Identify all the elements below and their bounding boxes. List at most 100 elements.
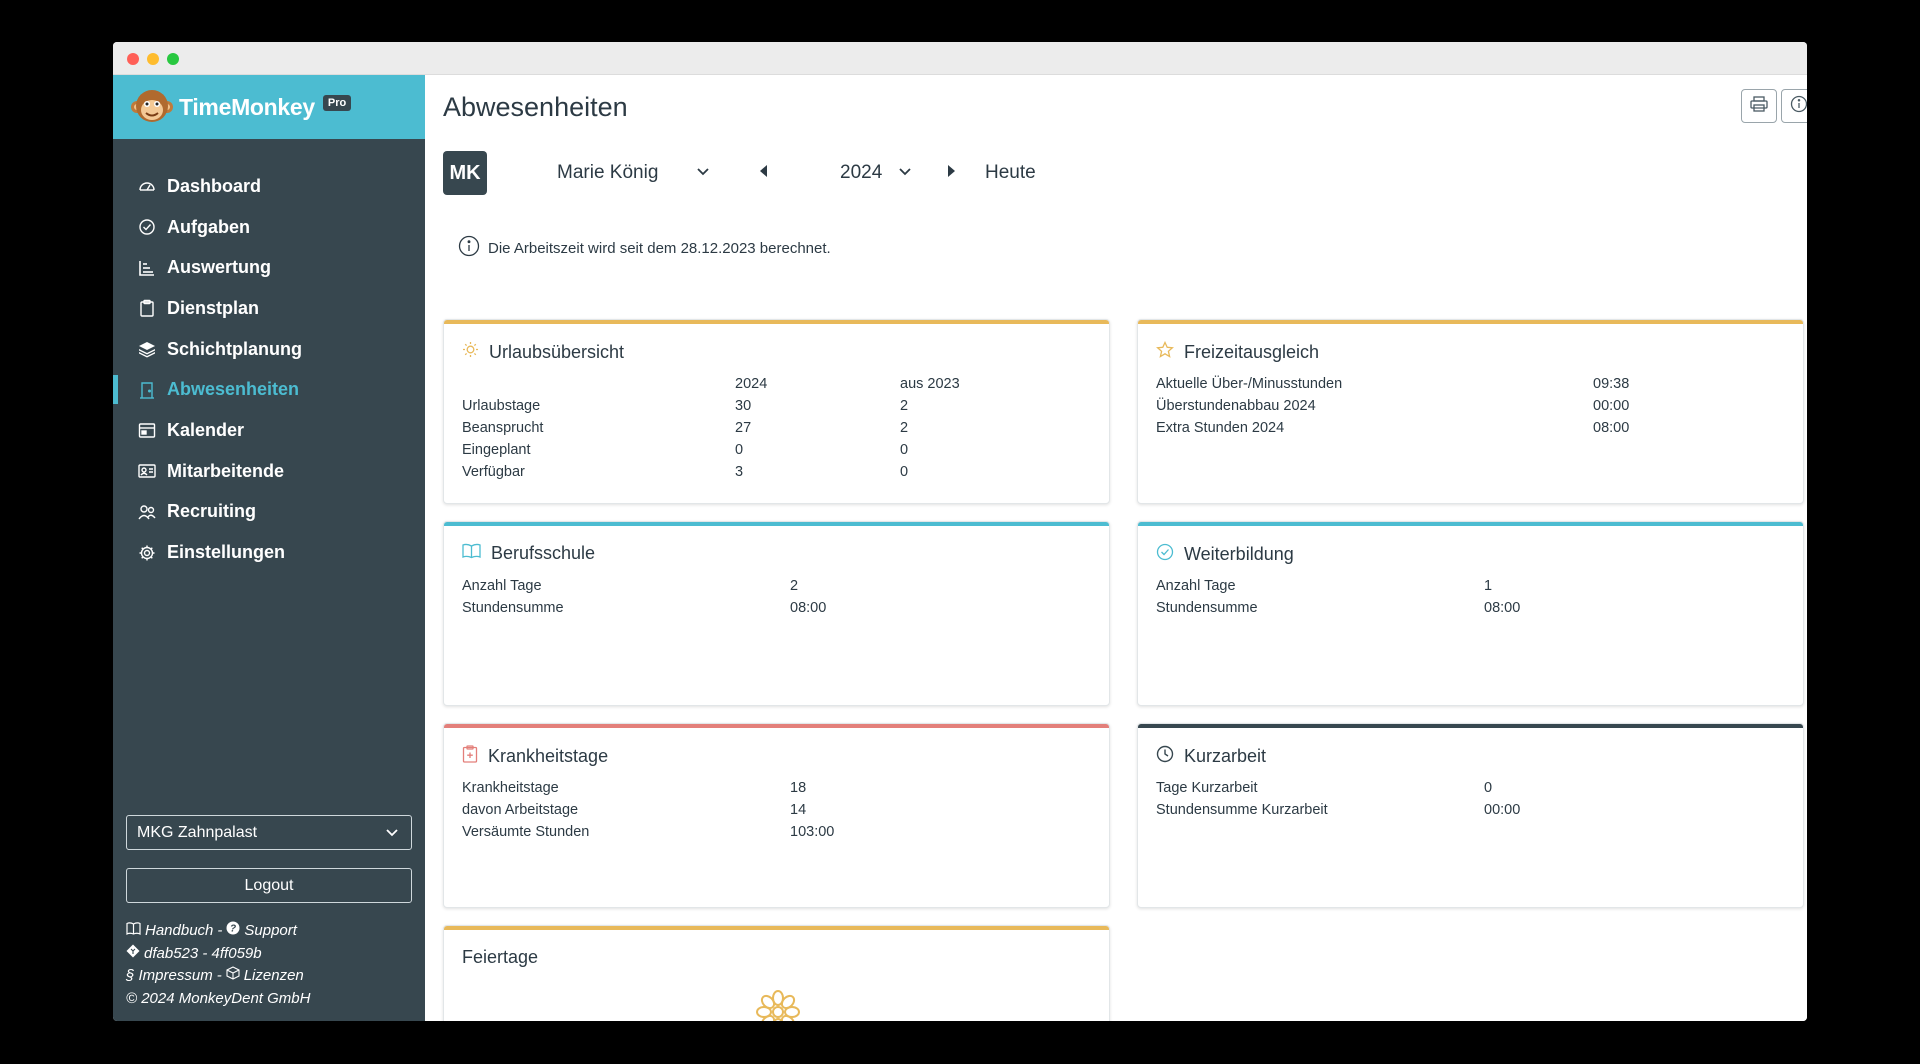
practice-select-value: MKG Zahnpalast [137,823,258,841]
row-label: Versäumte Stunden [462,824,590,840]
card-accent [1138,724,1803,728]
caret-right-icon [947,164,957,183]
table-row: Anzahl Tage 1 [1156,575,1785,597]
table-row: Krankheitstage 18 [462,777,1091,799]
door-icon [137,380,157,400]
sidebar-item-recruiting[interactable]: Recruiting [113,492,425,533]
question-icon: ? [226,920,240,943]
sidebar-item-einstellungen[interactable]: Einstellungen [113,532,425,573]
separator: - [216,967,222,985]
book-open-icon [462,543,481,564]
handbook-link[interactable]: Handbuch [145,920,213,943]
table-row: Stundensumme Kurzarbeit 00:00 [1156,799,1785,821]
card-title-row: Krankheitstage [462,745,608,768]
info-circle-icon [458,235,480,261]
card-urlaubsuebersicht: Urlaubsübersicht 2024 aus 2023 Urlaubsta… [443,319,1110,504]
row-label: Eingeplant [462,442,531,458]
card-title-row: Urlaubsübersicht [462,341,624,363]
pro-badge: Pro [322,95,352,111]
table-row: Urlaubstage 30 2 [462,395,1091,417]
maximize-window-button[interactable] [167,53,179,65]
row-value: 08:00 [1484,600,1521,616]
star-icon [1156,340,1174,364]
card-title-row: Freizeitausgleich [1156,340,1319,364]
sidebar-item-kalender[interactable]: Kalender [113,410,425,451]
row-value: 00:00 [1593,398,1630,414]
next-year-button[interactable] [944,164,960,183]
row-value: 08:00 [1593,420,1630,436]
card-title-row: Weiterbildung [1156,543,1294,566]
licenses-link[interactable]: Lizenzen [244,965,304,988]
row-label: Stundensumme Kurzarbeit [1156,802,1328,818]
page-title: Abwesenheiten [443,92,628,122]
row-value: 1 [1484,578,1493,594]
row-value: 0 [1484,780,1493,796]
sidebar-item-label: Abwesenheiten [167,379,300,400]
box-icon [226,965,240,988]
table-row: Beansprucht 27 2 [462,417,1091,439]
previous-year-button[interactable] [755,164,771,181]
card-title: Feiertage [462,947,539,967]
print-button[interactable] [1741,89,1777,123]
card-weiterbildung: Weiterbildung Anzahl Tage 1 Stundensumme… [1137,521,1804,706]
info-button[interactable] [1781,89,1807,123]
row-label: Stundensumme [462,600,564,616]
calendar-icon [137,420,157,440]
brand-name: TimeMonkey [179,93,315,120]
year-select[interactable]: 2024 [840,162,912,184]
bar-list-icon [137,258,157,278]
row-label: Anzahl Tage [462,578,542,594]
row-value: 2 [900,420,909,436]
support-link[interactable]: Support [244,920,297,943]
table-header-row: 2024 aus 2023 [462,373,1091,395]
monkey-logo-icon [131,86,173,128]
sidebar-item-dashboard[interactable]: Dashboard [113,166,425,207]
sidebar-item-label: Dienstplan [167,297,260,318]
sidebar-item-label: Einstellungen [167,542,286,563]
people-icon [137,502,157,522]
row-value: 0 [735,442,744,458]
clipboard-icon [137,298,157,318]
sidebar-item-label: Dashboard [167,175,262,196]
avatar: MK [443,151,487,195]
version-text: dfab523 - 4ff059b [144,944,262,962]
card-accent [1138,320,1803,324]
weiterbildung-table: Anzahl Tage 1 Stundensumme 08:00 [1156,575,1785,619]
row-value: 103:00 [790,824,835,840]
row-label: Extra Stunden 2024 [1156,420,1285,436]
card-title-row: Feiertage [462,947,538,968]
git-commit-icon [126,943,140,966]
separator: - [217,922,223,939]
table-row: Extra Stunden 2024 08:00 [1156,417,1785,439]
close-window-button[interactable] [127,53,139,65]
logout-button[interactable]: Logout [126,868,412,903]
card-title: Weiterbildung [1184,544,1294,564]
row-label: Urlaubstage [462,398,541,414]
main-content: Abwesenheiten MK Marie König 2024 Heute … [425,75,1807,1021]
card-berufsschule: Berufsschule Anzahl Tage 2 Stundensumme … [443,521,1110,706]
card-accent [444,926,1109,930]
clock-icon [1156,745,1174,768]
sidebar-item-label: Kalender [167,419,245,440]
sidebar-item-schichtplanung[interactable]: Schichtplanung [113,329,425,370]
card-accent [444,724,1109,728]
row-label: Aktuelle Über-/Minusstunden [1156,376,1343,392]
krankheit-table: Krankheitstage 18 davon Arbeitstage 14 V… [462,777,1091,843]
sidebar-item-label: Aufgaben [167,216,250,237]
sidebar-item-dienstplan[interactable]: Dienstplan [113,288,425,329]
row-label: Verfügbar [462,464,525,480]
table-row: Tage Kurzarbeit 0 [1156,777,1785,799]
medical-clipboard-icon [462,745,478,768]
practice-select[interactable]: MKG Zahnpalast [126,815,412,850]
today-button[interactable]: Heute [985,162,1036,184]
sidebar-item-abwesenheiten[interactable]: Abwesenheiten [113,369,425,410]
chevron-down-icon [898,162,912,184]
employee-select[interactable]: Marie König [557,162,710,184]
sidebar-item-mitarbeitende[interactable]: Mitarbeitende [113,451,425,492]
sidebar-item-auswertung[interactable]: Auswertung [113,247,425,288]
impressum-link[interactable]: § Impressum [126,965,213,988]
row-label: Krankheitstage [462,780,559,796]
minimize-window-button[interactable] [147,53,159,65]
sidebar-item-aufgaben[interactable]: Aufgaben [113,207,425,248]
brand-header[interactable]: TimeMonkey Pro [113,75,425,139]
